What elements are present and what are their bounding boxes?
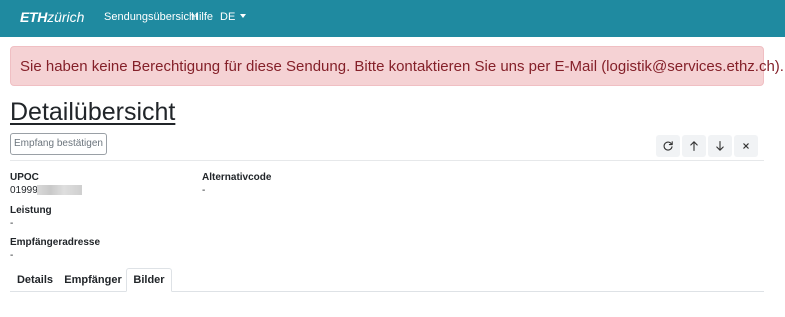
leistung-label: Leistung	[10, 205, 52, 216]
redacted-block	[37, 185, 82, 195]
page-title: Detailübersicht	[10, 98, 176, 126]
logo-eth-text: ETH	[20, 9, 48, 25]
toolbar-divider	[10, 160, 764, 161]
alert-message: Sie haben keine Berechtigung für diese S…	[20, 58, 784, 75]
leistung-value: -	[10, 218, 14, 229]
top-navbar: ETHzürich Sendungsübersicht Hilfe DE	[0, 0, 785, 37]
confirm-receipt-button[interactable]: Empfang bestätigen	[10, 133, 107, 155]
language-dropdown[interactable]: DE	[220, 10, 247, 24]
arrow-down-icon	[716, 140, 724, 151]
language-dropdown-label: DE	[220, 11, 236, 23]
close-button[interactable]	[734, 135, 758, 157]
tab-empfaenger[interactable]: Empfänger	[62, 268, 124, 292]
upoc-label: UPOC	[10, 172, 39, 183]
empfaengeradresse-label: Empfängeradresse	[10, 237, 101, 248]
previous-button[interactable]	[682, 135, 706, 157]
alternativcode-value: -	[202, 185, 206, 196]
permission-error-alert: Sie haben keine Berechtigung für diese S…	[10, 46, 784, 86]
nav-link-sendungsuebersicht[interactable]: Sendungsübersicht	[104, 10, 198, 24]
close-icon	[743, 143, 749, 149]
alternativcode-label: Alternativcode	[202, 172, 272, 183]
tab-details[interactable]: Details	[10, 268, 60, 292]
eth-zurich-logo[interactable]: ETHzürich	[20, 9, 84, 25]
nav-link-hilfe[interactable]: Hilfe	[191, 10, 213, 24]
arrow-up-icon	[690, 141, 698, 152]
tab-bilder[interactable]: Bilder	[126, 268, 172, 292]
refresh-icon	[663, 141, 673, 151]
refresh-button[interactable]	[656, 135, 680, 157]
logo-zurich-text: zürich	[47, 9, 85, 25]
upoc-value: 01999	[10, 185, 38, 196]
next-button[interactable]	[708, 135, 732, 157]
empfaengeradresse-value: -	[10, 250, 14, 261]
caret-down-icon	[240, 14, 247, 18]
